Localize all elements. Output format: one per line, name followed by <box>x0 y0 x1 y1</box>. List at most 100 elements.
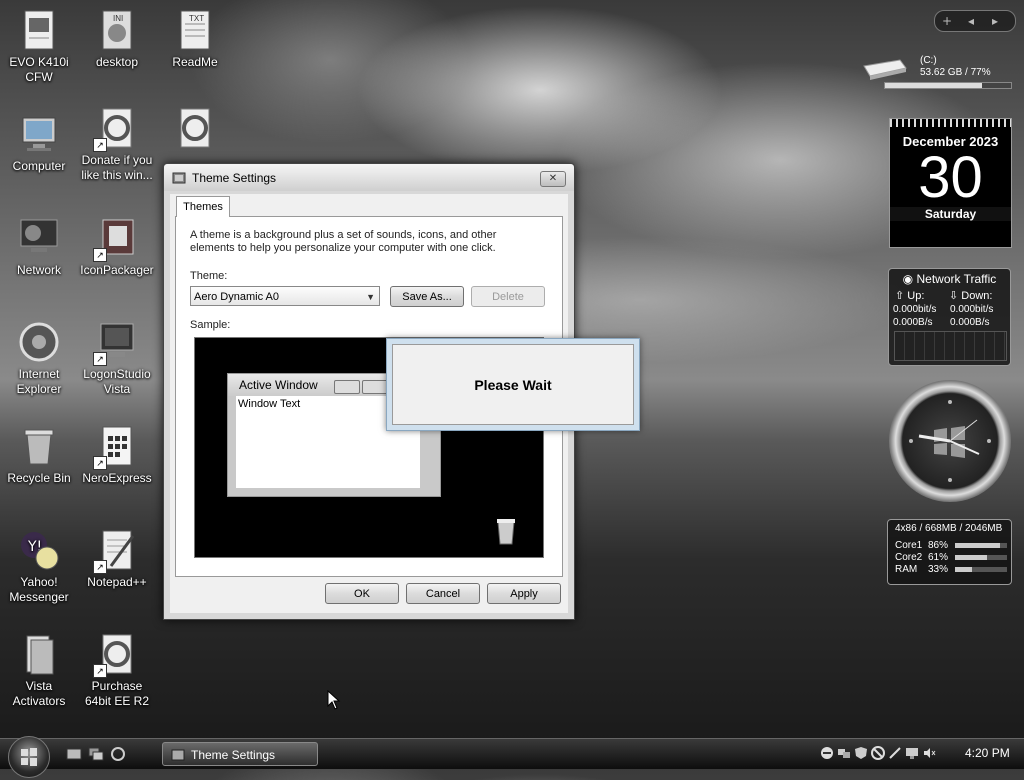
ram-fill <box>955 567 973 572</box>
theme-settings-icon <box>172 172 186 183</box>
desktop-icon-purchase[interactable]: ↗ Purchase 64bit EE R2 <box>78 632 156 709</box>
theme-label: Theme: <box>190 270 228 282</box>
ok-button[interactable]: OK <box>325 583 399 604</box>
icon-label: Internet Explorer <box>16 367 62 396</box>
shortcut-arrow-icon: ↗ <box>93 138 107 152</box>
txt-badge: TXT <box>189 14 205 23</box>
please-wait-message: Please Wait <box>392 344 634 425</box>
theme-select[interactable]: Aero Dynamic A0 ▼ <box>190 286 380 306</box>
up-bits: 0.000bit/s <box>893 304 937 315</box>
icon-label: Vista Activators <box>12 679 66 708</box>
shortcut-arrow-icon: ↗ <box>93 560 107 574</box>
network-title: Network Traffic <box>916 272 997 286</box>
internet-explorer-quicklaunch-icon[interactable] <box>110 747 126 761</box>
desktop-icon-vista-activators[interactable]: Vista Activators <box>0 632 78 709</box>
tray-network-icon[interactable] <box>837 746 851 760</box>
desktop-icon-desktop-ini[interactable]: INI desktop <box>78 8 156 70</box>
desktop-icon-logonstudio[interactable]: ↗ LogonStudio Vista <box>78 320 156 397</box>
drive-stats: 53.62 GB / 77% <box>920 67 991 78</box>
desktop-icon-computer[interactable]: Computer <box>0 112 78 174</box>
calendar-day: 30 <box>918 145 983 210</box>
add-gadget-icon[interactable]: + <box>935 11 959 31</box>
windows-logo-icon <box>21 748 37 766</box>
desktop-icon-recycle-bin[interactable]: Recycle Bin <box>0 424 78 486</box>
taskbar-button-theme-settings[interactable]: Theme Settings <box>162 742 318 766</box>
desktop-icon-yahoo-messenger[interactable]: Y! Yahoo! Messenger <box>0 528 78 605</box>
cpu-core1-row: Core1 86% <box>895 540 1007 552</box>
internet-shortcut-icon: ↗ <box>93 106 139 152</box>
previous-icon[interactable]: ◂ <box>959 11 983 31</box>
theme-select-value: Aero Dynamic A0 <box>194 291 279 303</box>
apply-button[interactable]: Apply <box>487 583 561 604</box>
ram-bar <box>955 567 1007 572</box>
delete-button[interactable]: Delete <box>471 286 545 307</box>
desktop-icon-evo[interactable]: EVO K410i CFW <box>0 8 78 85</box>
sample-recycle-bin-icon <box>497 519 515 545</box>
cpu-core2-row: Core2 61% <box>895 552 1007 564</box>
down-arrow-icon: ⇩ <box>949 290 959 302</box>
core2-bar <box>955 555 1007 560</box>
tray-security-icon[interactable] <box>854 746 868 760</box>
tray-blocked-icon[interactable] <box>871 746 885 760</box>
switch-windows-icon[interactable] <box>88 747 104 761</box>
taskbar-clock[interactable]: 4:20 PM <box>965 746 1010 760</box>
ini-badge: INI <box>113 14 124 23</box>
tray-tools-icon[interactable] <box>888 746 902 760</box>
window-title: Theme Settings <box>192 170 277 185</box>
desktop-icon-internet-explorer[interactable]: Internet Explorer <box>0 320 78 397</box>
row-label: RAM <box>895 564 918 575</box>
icon-label: Computer <box>12 159 66 173</box>
network-traffic-gadget: ◉ Network Traffic ⇧ Up: ⇩ Down: 0.000bit… <box>888 268 1011 366</box>
sample-window-buttons <box>334 380 390 394</box>
desktop-icon-network[interactable]: Network <box>0 216 78 278</box>
desktop-icon-notepad-plus-plus[interactable]: ↗ Notepad++ <box>78 528 156 590</box>
tray-volume-muted-icon[interactable] <box>922 746 936 760</box>
up-arrow-icon: ⇧ <box>895 290 905 302</box>
show-desktop-icon[interactable] <box>66 747 82 761</box>
tray-display-icon[interactable] <box>905 746 919 760</box>
taskbar: Theme Settings 4:20 PM <box>0 736 1024 778</box>
network-icon <box>17 216 61 260</box>
shortcut-arrow-icon: ↗ <box>93 456 107 470</box>
row-label: Core2 <box>895 552 923 563</box>
network-graph <box>894 331 1007 361</box>
ram-row: RAM 33% <box>895 564 1007 576</box>
save-as-button[interactable]: Save As... <box>390 286 464 307</box>
theme-description: A theme is a background plus a set of so… <box>190 229 497 254</box>
close-icon: ✕ <box>548 173 558 184</box>
cancel-button[interactable]: Cancel <box>406 583 480 604</box>
icon-label: NeroExpress <box>82 471 152 485</box>
desktop-icon-iconpackager[interactable]: ↗ IconPackager <box>78 216 156 278</box>
start-button[interactable] <box>8 736 50 778</box>
taskbar-button-label: Theme Settings <box>191 748 276 762</box>
core1-fill <box>955 543 1000 548</box>
icon-label: Recycle Bin <box>7 471 71 485</box>
icon-label: desktop <box>95 55 139 69</box>
recycle-bin-icon <box>17 424 61 468</box>
close-button[interactable]: ✕ <box>540 171 566 187</box>
neroexpress-icon: ↗ <box>93 424 139 470</box>
sample-label: Sample: <box>190 319 231 331</box>
tray-minus-icon[interactable] <box>820 746 834 760</box>
desktop-icon-donate[interactable]: ↗ Donate if you like this win... <box>78 106 156 183</box>
sidebar-controls: + ◂ ▸ <box>934 10 1016 32</box>
icon-label: Donate if you like this win... <box>81 153 153 182</box>
internet-shortcut-icon: ↗ <box>93 632 139 678</box>
next-icon[interactable]: ▸ <box>983 11 1007 31</box>
theme-settings-icon <box>171 749 185 761</box>
window-title-bar[interactable]: Theme Settings <box>164 164 574 191</box>
calendar-rings <box>890 119 1011 127</box>
system-header: 4x86 / 668MB / 2046MB <box>895 523 1003 534</box>
desktop-icon-readme[interactable]: TXT ReadMe <box>156 8 234 70</box>
iconpackager-icon: ↗ <box>93 216 139 262</box>
calendar-gadget[interactable]: December 2023 30 Saturday <box>889 118 1012 248</box>
shortcut-arrow-icon: ↗ <box>93 664 107 678</box>
clock-face-icon <box>909 400 991 482</box>
clock-gadget[interactable] <box>889 380 1011 502</box>
drive-usage-fill <box>885 83 983 88</box>
row-value: 61% <box>928 552 949 563</box>
txt-file-icon: TXT <box>173 8 217 52</box>
tab-themes[interactable]: Themes <box>176 196 230 217</box>
desktop-icon-neroexpress[interactable]: ↗ NeroExpress <box>78 424 156 486</box>
desktop-icon-ie-shortcut[interactable] <box>156 106 234 153</box>
